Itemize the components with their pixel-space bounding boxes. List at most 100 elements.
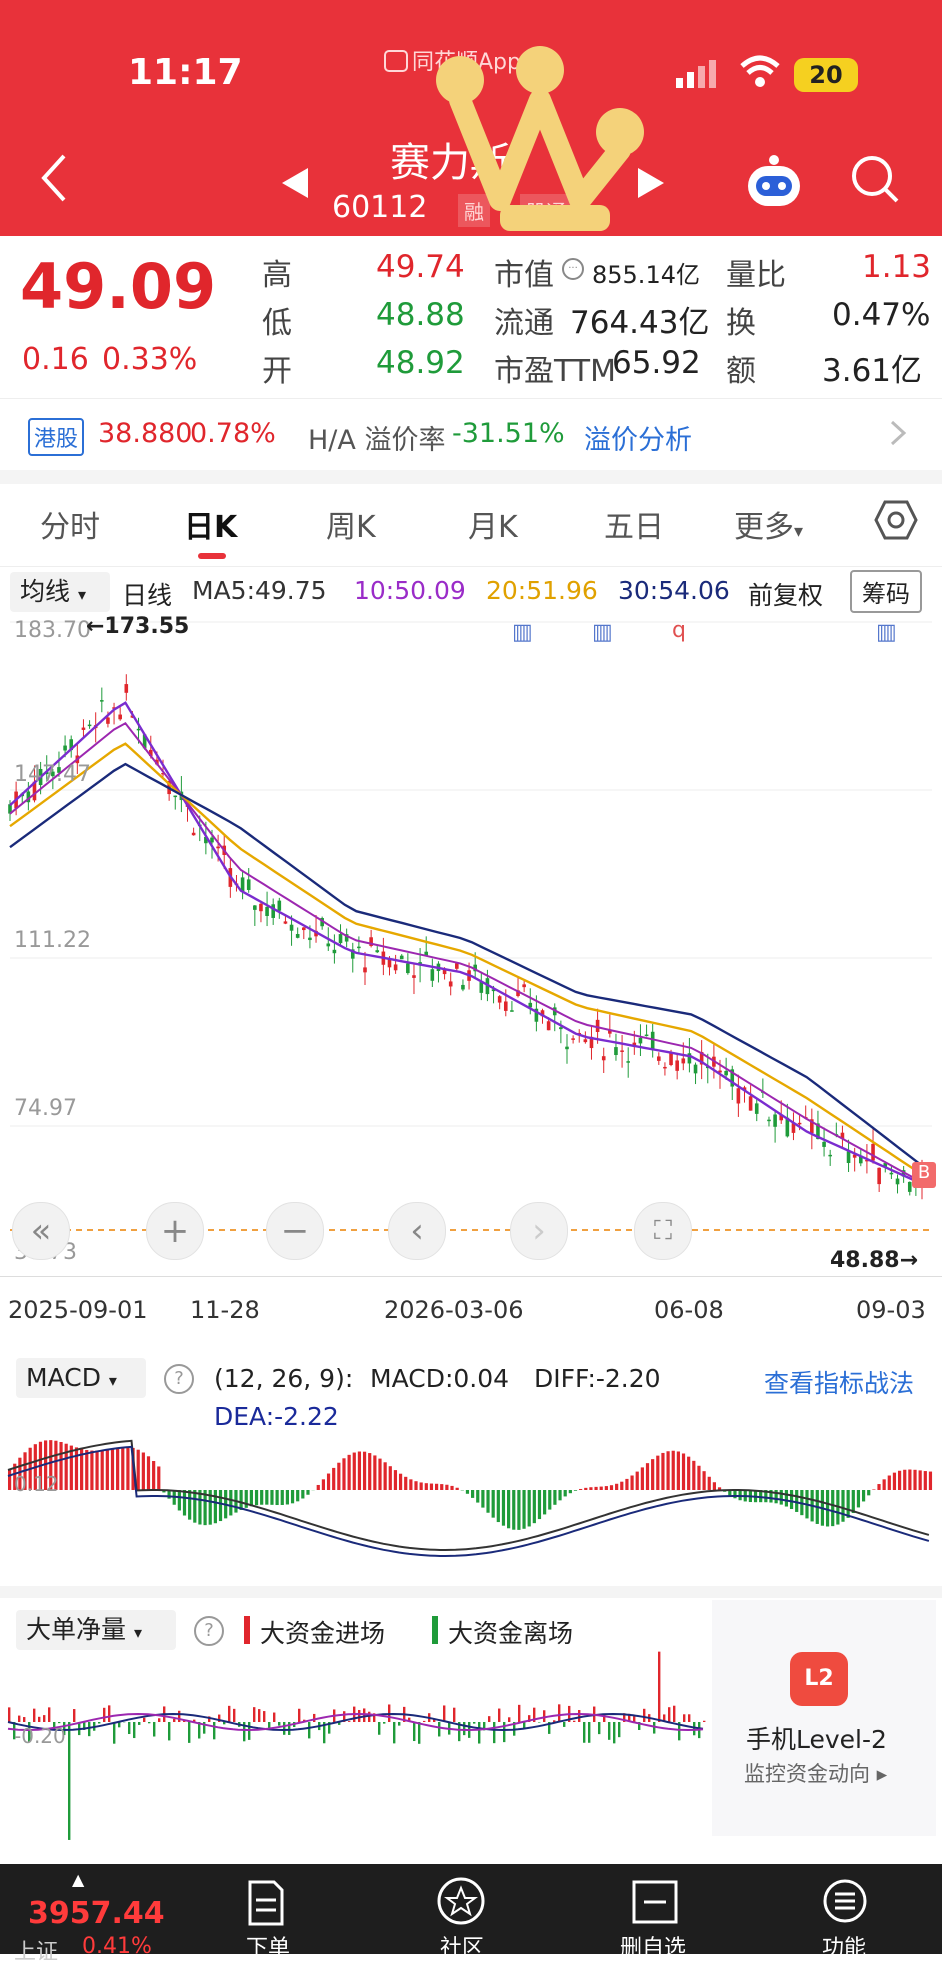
x-tick-4: 09-03 [856, 1296, 926, 1324]
tab-day-k[interactable]: 日K [184, 502, 237, 546]
fullscreen-icon[interactable]: ⛶ [634, 1202, 692, 1260]
flow-bar [168, 1722, 170, 1740]
tab-more[interactable]: 更多▾ [734, 502, 803, 546]
macd-chart[interactable] [0, 1404, 942, 1584]
flow-bar [393, 1722, 395, 1743]
flow-chart[interactable] [0, 1640, 712, 1840]
hk-price: 38.880 [98, 418, 192, 449]
candle-body [828, 1155, 832, 1157]
macd-bar [528, 1490, 531, 1526]
macd-bar [625, 1479, 628, 1490]
divider [0, 566, 942, 567]
function-menu-icon[interactable] [822, 1878, 868, 1928]
indicator-strategy-link[interactable]: 查看指标战法 [764, 1364, 914, 1400]
tab-five-day[interactable]: 五日 [604, 502, 664, 546]
zoom-in-icon[interactable]: + [146, 1202, 204, 1260]
order-icon[interactable] [246, 1880, 286, 1930]
scroll-left-icon[interactable]: ‹ [388, 1202, 446, 1260]
flow-bar [418, 1722, 420, 1744]
flow-bar [583, 1722, 585, 1743]
macd-bar [116, 1448, 119, 1490]
candle-body [890, 1173, 894, 1175]
flow-bar [363, 1708, 365, 1722]
remove-watchlist-icon[interactable] [632, 1880, 678, 1928]
tab-active-indicator [198, 553, 226, 559]
macd-bar [533, 1490, 536, 1523]
macd-bar [790, 1490, 793, 1509]
prev-stock-icon[interactable] [280, 166, 310, 204]
flow-bar [58, 1722, 60, 1723]
candle-body [755, 1103, 759, 1113]
flow-bar [178, 1711, 180, 1722]
high-value: 49.74 [376, 249, 465, 285]
nav-remove-watchlist-label[interactable]: 删自选 [620, 1930, 686, 1962]
index-value[interactable]: 3957.44 [28, 1896, 165, 1931]
macd-bar [286, 1490, 289, 1504]
tab-month-k[interactable]: 月K [468, 502, 518, 546]
kline-chart[interactable] [0, 614, 942, 1274]
candle-body [394, 964, 398, 970]
robot-assistant-icon[interactable] [744, 154, 804, 214]
macd-bar [327, 1474, 330, 1490]
chips-button[interactable]: 筹码 [850, 570, 922, 613]
flow-bar [578, 1710, 580, 1722]
level2-promo[interactable] [712, 1600, 936, 1836]
event-q-icon[interactable]: q [672, 618, 686, 643]
candle-body [302, 927, 306, 930]
macd-bar [661, 1453, 664, 1490]
search-icon[interactable] [850, 154, 900, 208]
tab-week-k[interactable]: 周K [326, 502, 376, 546]
community-icon[interactable] [436, 1876, 486, 1930]
next-stock-icon[interactable] [636, 166, 666, 204]
nav-function-label[interactable]: 功能 [822, 1930, 866, 1962]
nav-order-label[interactable]: 下单 [246, 1930, 290, 1962]
event-bar-icon[interactable]: ▥ [512, 620, 533, 645]
macd-bar [630, 1476, 633, 1490]
ma-selector[interactable]: 均线 ▾ [10, 572, 110, 612]
candle-body [400, 956, 404, 960]
macd-bar [780, 1490, 783, 1505]
macd-bar [106, 1449, 109, 1490]
macd-bar [924, 1471, 927, 1490]
rewind-icon[interactable]: « [12, 1202, 70, 1260]
buy-marker-b[interactable]: B [912, 1162, 936, 1188]
hk-pct: 0.78% [190, 418, 276, 449]
premium-analysis-link[interactable]: 溢价分析 [584, 418, 692, 457]
event-bar-icon[interactable]: ▥ [592, 620, 613, 645]
macd-bar [492, 1490, 495, 1518]
macd-bar [831, 1490, 834, 1526]
chevron-right-icon [888, 416, 908, 454]
flow-bar [558, 1704, 560, 1722]
flow-bar [33, 1709, 35, 1722]
flow-bar [233, 1709, 235, 1722]
adjust-label[interactable]: 前复权 [748, 576, 823, 612]
zoom-out-icon[interactable]: − [266, 1202, 324, 1260]
info-dots-icon[interactable]: ··· [562, 258, 584, 280]
candle-body [724, 1071, 728, 1075]
macd-bar [697, 1466, 700, 1490]
back-icon[interactable] [38, 152, 68, 208]
scroll-right-icon[interactable]: › [510, 1202, 568, 1260]
tab-minute[interactable]: 分时 [40, 502, 100, 546]
candle-body [412, 975, 416, 978]
macd-bar [317, 1485, 320, 1490]
amount-label: 额 [726, 346, 756, 390]
nav-community-label[interactable]: 社区 [440, 1930, 484, 1962]
candle-body [449, 981, 453, 986]
settings-hexagon-icon[interactable] [874, 498, 918, 546]
flow-bar [498, 1709, 500, 1722]
macd-selector[interactable]: MACD ▾ [16, 1358, 146, 1398]
macd-bar [456, 1488, 459, 1490]
flow-bar [438, 1722, 440, 1736]
macd-bar [440, 1484, 443, 1490]
macd-bar [420, 1482, 423, 1490]
ma-line-20 [10, 744, 922, 1175]
flow-bar [488, 1716, 490, 1722]
help-icon[interactable]: ? [164, 1364, 194, 1394]
macd-bar [651, 1459, 654, 1490]
event-bar-icon[interactable]: ▥ [876, 620, 897, 645]
candle-body [847, 1152, 851, 1163]
candle-body [326, 943, 330, 946]
flow-bar [188, 1722, 190, 1743]
macd-bar [255, 1490, 258, 1505]
